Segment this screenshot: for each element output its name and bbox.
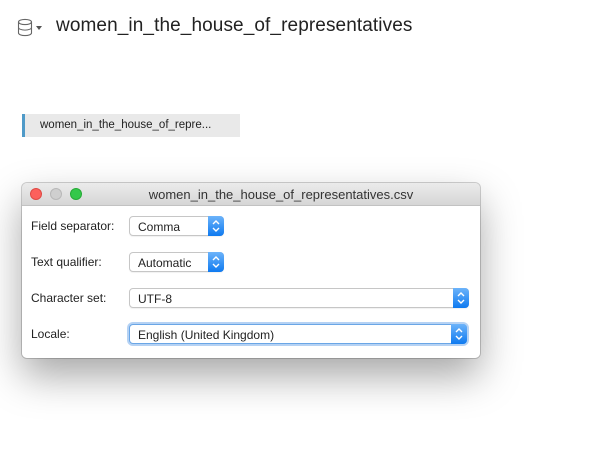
field-separator-label: Field separator: (31, 219, 115, 233)
text-file-properties-dialog: women_in_the_house_of_representatives.cs… (22, 183, 480, 358)
connection-tab-label: women_in_the_house_of_repre... (40, 119, 212, 131)
locale-select[interactable]: English (United Kingdom) (129, 324, 467, 344)
stepper-arrows-icon[interactable] (208, 216, 224, 236)
text-qualifier-label: Text qualifier: (31, 255, 102, 269)
character-set-select[interactable]: UTF-8 (129, 288, 469, 308)
character-set-label: Character set: (31, 291, 107, 305)
dialog-body: Field separator: Comma Text qualifier: A… (22, 206, 480, 358)
field-separator-select[interactable]: Comma (129, 216, 224, 236)
database-icon[interactable] (17, 18, 33, 38)
text-qualifier-value: Automatic (138, 256, 192, 270)
locale-label: Locale: (31, 327, 70, 341)
locale-value: English (United Kingdom) (138, 328, 275, 342)
text-qualifier-select[interactable]: Automatic (129, 252, 224, 272)
stepper-arrows-icon[interactable] (453, 288, 469, 308)
stepper-arrows-icon[interactable] (451, 324, 467, 344)
dialog-titlebar[interactable]: women_in_the_house_of_representatives.cs… (22, 183, 480, 206)
connection-tab[interactable]: women_in_the_house_of_repre... (22, 114, 240, 137)
chevron-down-icon[interactable] (36, 26, 42, 30)
character-set-value: UTF-8 (138, 292, 172, 306)
field-separator-value: Comma (138, 220, 181, 234)
dialog-title: women_in_the_house_of_representatives.cs… (148, 187, 414, 202)
stepper-arrows-icon[interactable] (208, 252, 224, 272)
page-title: women_in_the_house_of_representatives (56, 15, 413, 36)
